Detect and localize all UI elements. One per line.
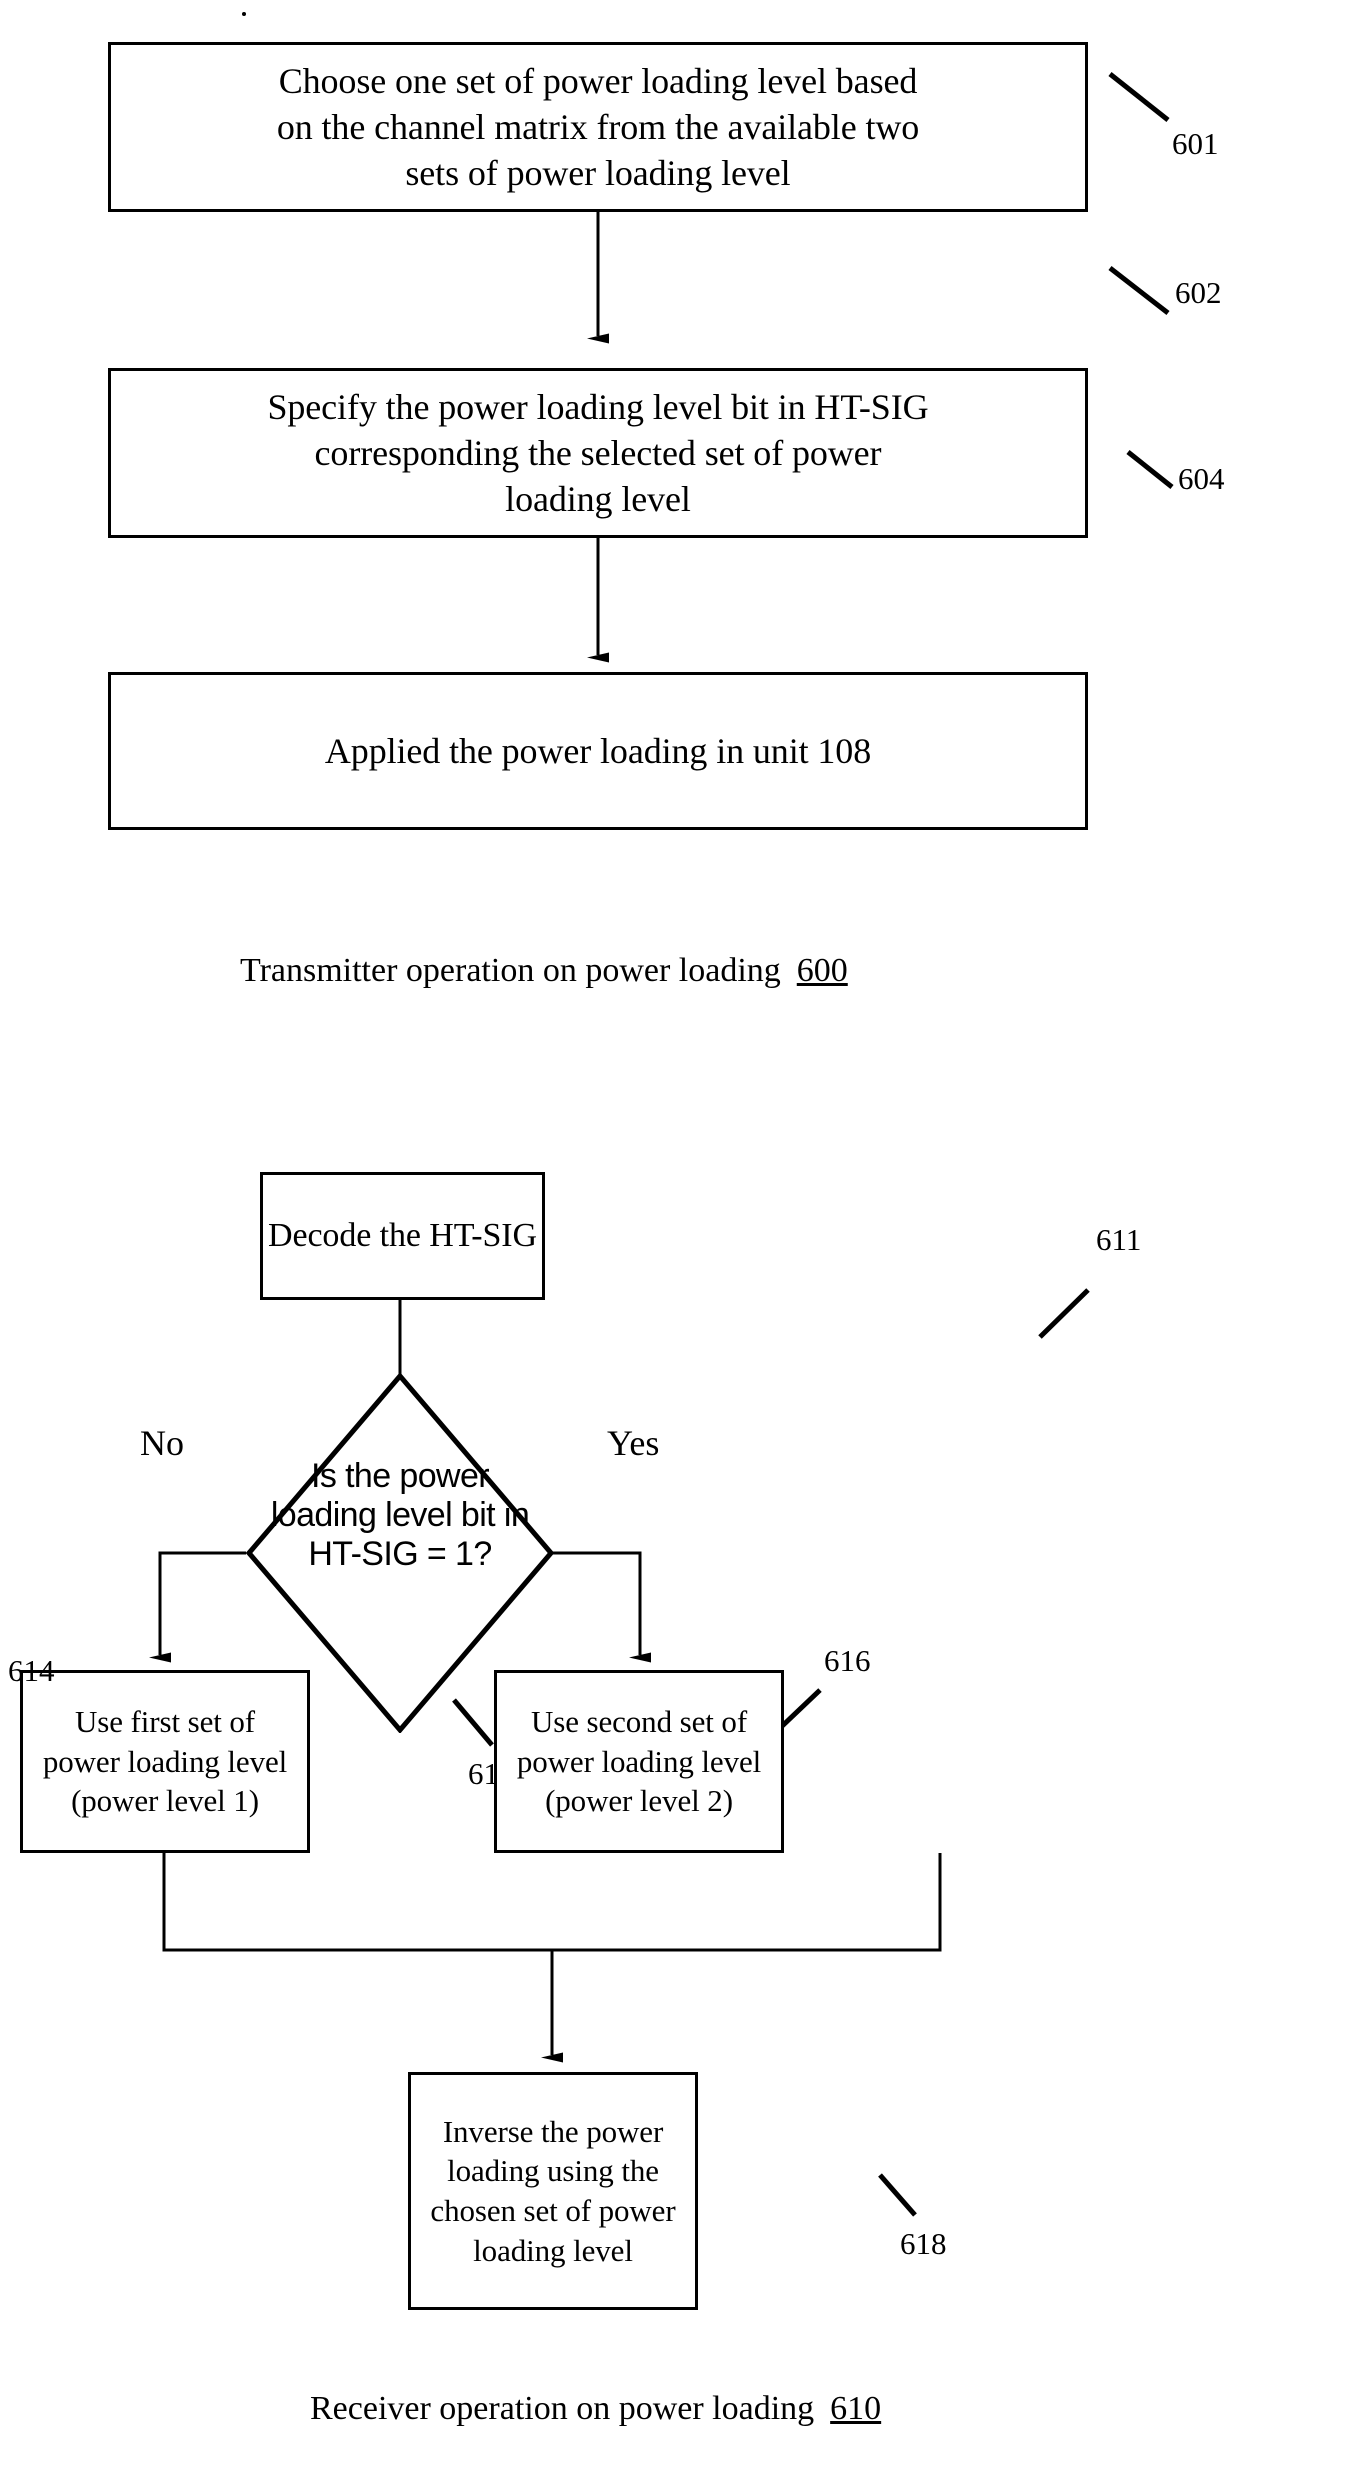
process-box-602-line-1: Specify the power loading level bit in H…	[267, 386, 929, 427]
process-box-614[interactable]: Use first set of power loading level (po…	[20, 1670, 310, 1853]
process-box-604-line-1: Applied the power loading in unit 108	[324, 730, 872, 771]
figure-sheet: Choose one set of power loading level ba…	[0, 0, 1353, 2489]
decision-line-3: HT-SIG = 1?	[308, 1534, 492, 1573]
process-box-604[interactable]: Applied the power loading in unit 108	[108, 672, 1088, 830]
process-box-601-line-1: Choose one set of power loading level ba…	[278, 60, 918, 101]
process-box-611-line-1: Decode the HT-SIG	[268, 1217, 537, 1255]
ref-numeral-616: 616	[824, 1643, 871, 1678]
decision-diamond-text: Is the power loading level bit in HT-SIG…	[246, 1457, 554, 1573]
process-box-616-line-1: Use second set of	[530, 1703, 748, 1739]
process-box-601[interactable]: Choose one set of power loading level ba…	[108, 42, 1088, 212]
decision-line-2: loading level bit in	[270, 1495, 530, 1534]
process-box-602-line-2: corresponding the selected set of power	[314, 432, 882, 473]
receiver-caption: Receiver operation on power loading 610	[310, 2392, 881, 2426]
process-box-618-line-1: Inverse the power	[442, 2113, 664, 2149]
process-box-616[interactable]: Use second set of power loading level (p…	[494, 1670, 784, 1853]
process-box-616-line-3: (power level 2)	[545, 1783, 733, 1819]
process-box-602[interactable]: Specify the power loading level bit in H…	[108, 368, 1088, 538]
decision-line-1: Is the power	[310, 1457, 490, 1495]
transmitter-caption-text: Transmitter operation on power loading	[240, 952, 781, 989]
transmitter-caption: Transmitter operation on power loading 60…	[240, 954, 848, 988]
receiver-caption-text: Receiver operation on power loading	[310, 2390, 815, 2427]
process-box-602-line-3: loading level	[505, 479, 691, 520]
ref-numeral-614: 614	[8, 1653, 55, 1688]
scan-speck	[242, 12, 246, 16]
process-box-614-line-2: power loading level	[42, 1743, 288, 1779]
branch-label-yes: Yes	[607, 1423, 660, 1463]
process-box-618-line-4: loading level	[473, 2232, 633, 2268]
process-box-618-line-2: loading using the	[447, 2153, 659, 2189]
ref-numeral-601: 601	[1172, 126, 1219, 161]
process-box-601-line-3: sets of power loading level	[405, 153, 791, 194]
ref-numeral-611: 611	[1096, 1222, 1142, 1257]
process-box-614-line-3: (power level 1)	[71, 1783, 259, 1819]
receiver-caption-number: 610	[830, 2390, 882, 2427]
ref-numeral-604: 604	[1178, 461, 1225, 496]
process-box-611[interactable]: Decode the HT-SIG	[260, 1172, 545, 1300]
ref-numeral-602: 602	[1175, 275, 1222, 310]
process-box-616-line-2: power loading level	[516, 1743, 762, 1779]
process-box-601-line-2: on the channel matrix from the available…	[276, 106, 920, 147]
process-box-618-line-3: chosen set of power	[430, 2193, 676, 2228]
transmitter-caption-number: 600	[796, 952, 848, 989]
ref-numeral-618: 618	[900, 2226, 947, 2261]
branch-label-no: No	[140, 1423, 184, 1463]
process-box-614-line-1: Use first set of	[74, 1703, 256, 1739]
process-box-618[interactable]: Inverse the power loading using the chos…	[408, 2072, 698, 2310]
